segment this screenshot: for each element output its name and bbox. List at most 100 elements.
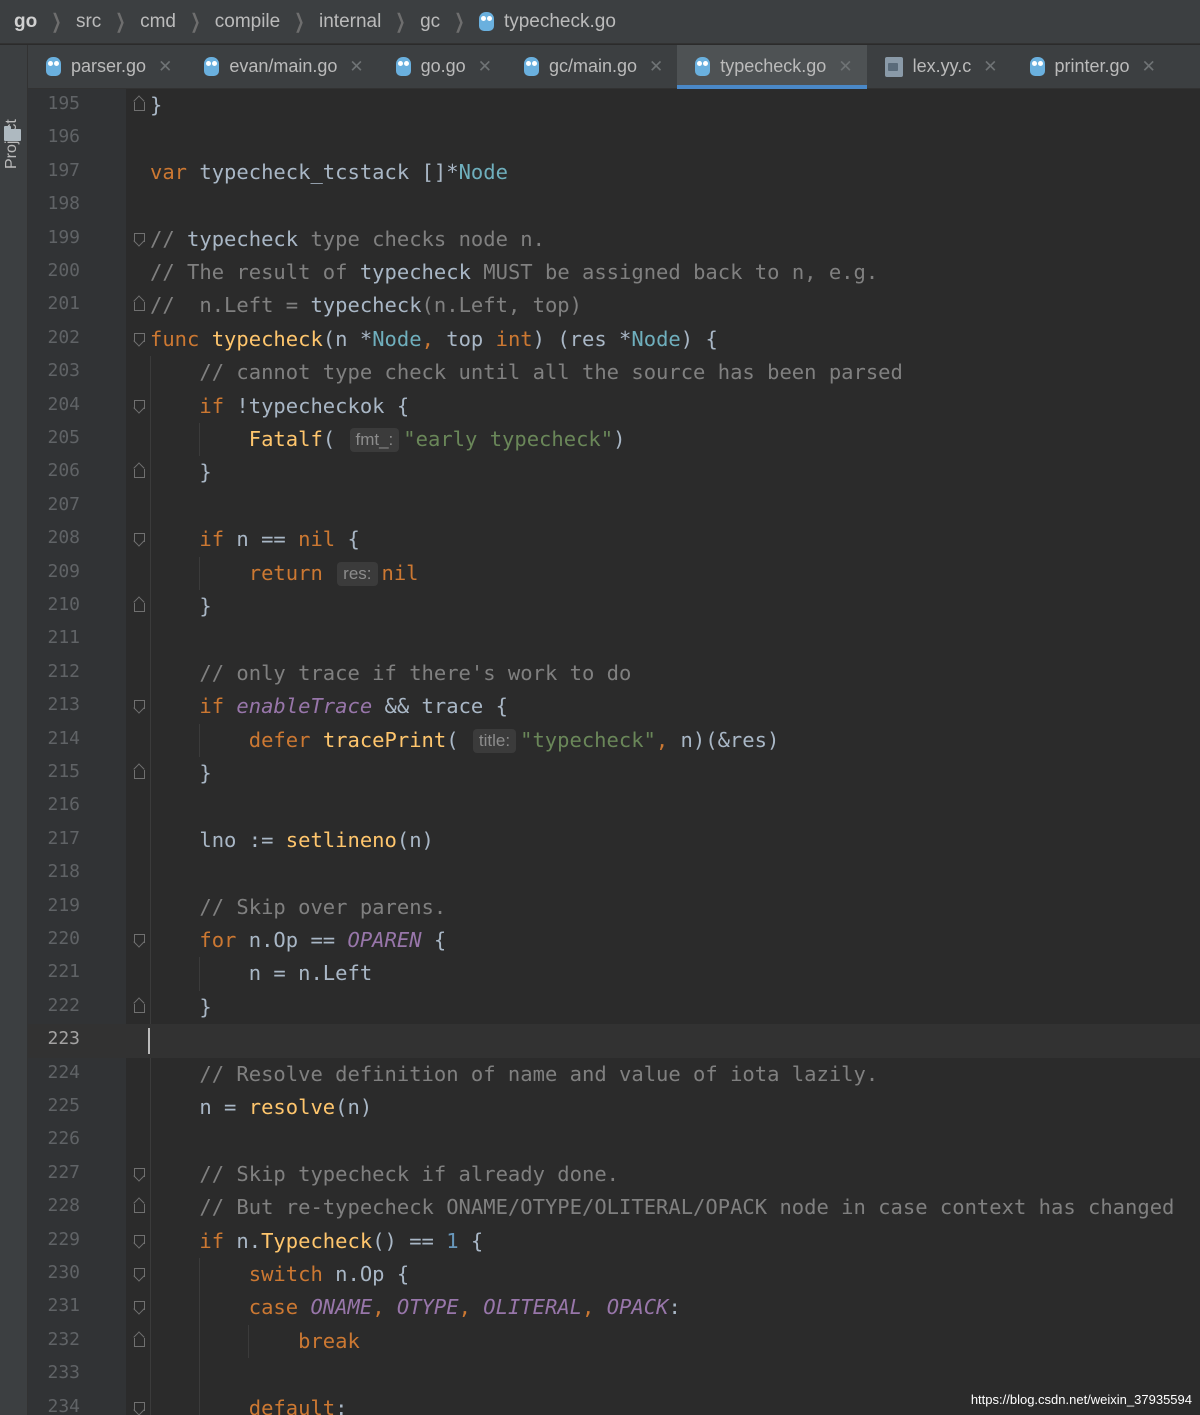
code-line[interactable]: 197 var typecheck_tcstack []*Node	[28, 156, 1200, 189]
indent-guide	[199, 1358, 201, 1392]
code-line[interactable]: 230 switch n.Op {	[28, 1258, 1200, 1292]
code-line[interactable]: 221 n = n.Left	[28, 957, 1200, 991]
line-number: 218	[47, 861, 80, 883]
go-gopher-icon	[478, 12, 494, 31]
fold-expand-marker-icon[interactable]	[132, 530, 146, 546]
code-line[interactable]: 226	[28, 1124, 1200, 1158]
code-text: // Skip over parens.	[199, 894, 447, 919]
code-line[interactable]: 196	[28, 122, 1200, 155]
code-line[interactable]: 232 break	[28, 1324, 1200, 1359]
fold-expand-marker-icon[interactable]	[132, 230, 146, 246]
code-line[interactable]: 207	[28, 489, 1200, 524]
breadcrumb-file[interactable]: typecheck.go	[478, 11, 616, 33]
fold-collapse-marker-icon[interactable]	[132, 1198, 146, 1214]
code-text: switch n.Op {	[248, 1262, 410, 1286]
close-icon[interactable]: ✕	[1142, 57, 1156, 77]
close-icon[interactable]: ✕	[983, 57, 997, 77]
tab-label: typecheck.go	[720, 56, 827, 76]
code-line[interactable]: 198	[28, 189, 1200, 222]
fold-expand-marker-icon[interactable]	[132, 697, 146, 713]
code-line[interactable]: 209 return res: nil	[28, 556, 1200, 590]
close-icon[interactable]: ✕	[478, 57, 492, 77]
code-line[interactable]: 225 n = resolve(n)	[28, 1091, 1200, 1125]
code-line[interactable]: 224 // Resolve definition of name and va…	[28, 1057, 1200, 1091]
code-line[interactable]: 233	[28, 1358, 1200, 1392]
fold-expand-marker-icon[interactable]	[132, 397, 146, 413]
code-line[interactable]: 215 }	[28, 757, 1200, 791]
fold-collapse-marker-icon[interactable]	[132, 998, 146, 1014]
editor-tab[interactable]: gc/main.go ✕	[506, 45, 677, 88]
fold-collapse-marker-icon[interactable]	[132, 597, 146, 613]
breadcrumb-item[interactable]: gc	[420, 11, 440, 33]
close-icon[interactable]: ✕	[838, 57, 852, 77]
line-number: 205	[47, 427, 80, 448]
line-number: 224	[47, 1061, 80, 1083]
fold-collapse-marker-icon[interactable]	[132, 764, 146, 780]
code-line[interactable]: 220 for n.Op == OPAREN {	[28, 924, 1200, 958]
code-line[interactable]: 216	[28, 790, 1200, 824]
fold-expand-marker-icon[interactable]	[132, 931, 146, 947]
tab-label: printer.go	[1054, 56, 1130, 76]
fold-collapse-marker-icon[interactable]	[132, 96, 146, 112]
editor-tab[interactable]: parser.go ✕	[28, 45, 186, 88]
code-text: }	[150, 761, 212, 785]
fold-collapse-marker-icon[interactable]	[132, 1332, 146, 1348]
code-text: n = resolve(n)	[150, 1095, 373, 1119]
fold-expand-marker-icon[interactable]	[132, 1298, 146, 1314]
fold-expand-marker-icon[interactable]	[132, 1165, 146, 1181]
fold-expand-marker-icon[interactable]	[132, 1265, 146, 1281]
folder-icon[interactable]	[4, 126, 21, 141]
code-line[interactable]: 213 if enableTrace && trace {	[28, 690, 1200, 724]
code-line[interactable]: 208 if n == nil {	[28, 523, 1200, 557]
code-line[interactable]: 212 // only trace if there's work to do	[28, 656, 1200, 691]
code-text: }	[150, 460, 212, 485]
breadcrumb-item[interactable]: src	[76, 11, 101, 33]
editor-tab[interactable]: typecheck.go ✕	[677, 45, 867, 89]
fold-collapse-marker-icon[interactable]	[132, 463, 146, 479]
code-line[interactable]: 223	[28, 1024, 1200, 1058]
close-icon[interactable]: ✕	[158, 57, 172, 77]
code-text: // Resolve definition of name and value …	[199, 1061, 879, 1086]
code-line[interactable]: 203 // cannot type check until all the s…	[28, 356, 1200, 390]
code-line[interactable]: 231 case ONAME, OTYPE, OLITERAL, OPACK:	[28, 1291, 1200, 1325]
code-line[interactable]: 210 }	[28, 590, 1200, 624]
code-line[interactable]: 227 // Skip typecheck if already done.	[28, 1157, 1200, 1192]
editor-tab[interactable]: evan/main.go ✕	[186, 45, 377, 88]
code-text: case ONAME, OTYPE, OLITERAL, OPACK:	[248, 1295, 681, 1320]
code-line[interactable]: 217 lno := setlineno(n)	[28, 823, 1200, 858]
code-editor[interactable]: 195} 196 197 var typecheck_tcstack []*Node 1…	[28, 89, 1200, 1415]
code-line[interactable]: 199 // typecheck type checks node n.	[28, 223, 1200, 256]
tab-label: go.go	[420, 56, 466, 76]
breadcrumb-item[interactable]: compile	[215, 11, 280, 33]
fold-collapse-marker-icon[interactable]	[132, 296, 146, 312]
close-icon[interactable]: ✕	[649, 57, 663, 77]
editor-tab[interactable]: printer.go ✕	[1012, 45, 1170, 88]
code-text: // only trace if there's work to do	[199, 660, 632, 685]
code-line[interactable]: 219 // Skip over parens.	[28, 890, 1200, 924]
code-line[interactable]: 206 }	[28, 456, 1200, 490]
code-line[interactable]: 214 defer tracePrint( title: "typecheck",…	[28, 723, 1200, 757]
breadcrumb-item[interactable]: go	[14, 11, 37, 33]
breadcrumb-item[interactable]: internal	[319, 11, 381, 33]
code-line[interactable]: 195}	[28, 89, 1200, 122]
breadcrumb-item[interactable]: cmd	[140, 11, 176, 33]
code-line[interactable]: 228 // But re-typecheck ONAME/OTYPE/OLIT…	[28, 1191, 1200, 1225]
fold-expand-marker-icon[interactable]	[132, 1232, 146, 1248]
code-text: lno := setlineno(n)	[150, 827, 434, 852]
code-line[interactable]: 200 // The result of typecheck MUST be as…	[28, 256, 1200, 289]
code-line[interactable]: 205 Fatalf( fmt_: "early typecheck")	[28, 423, 1200, 457]
line-number: 213	[47, 694, 80, 716]
code-line[interactable]: 211	[28, 623, 1200, 657]
code-line[interactable]: 202 func typecheck(n *Node, top int) (res…	[28, 323, 1200, 356]
code-line[interactable]: 229 if n.Typecheck() == 1 {	[28, 1224, 1200, 1258]
close-icon[interactable]: ✕	[349, 57, 363, 77]
code-line[interactable]: 218	[28, 857, 1200, 891]
fold-expand-marker-icon[interactable]	[132, 1399, 146, 1415]
line-number: 232	[47, 1328, 80, 1350]
editor-tab[interactable]: go.go ✕	[378, 45, 506, 88]
code-line[interactable]: 222 }	[28, 990, 1200, 1025]
fold-expand-marker-icon[interactable]	[132, 330, 146, 346]
editor-tab[interactable]: lex.yy.c ✕	[867, 45, 1012, 88]
code-line[interactable]: 201 // n.Left = typecheck(n.Left, top)	[28, 289, 1200, 322]
code-line[interactable]: 204 if !typecheckok {	[28, 389, 1200, 423]
